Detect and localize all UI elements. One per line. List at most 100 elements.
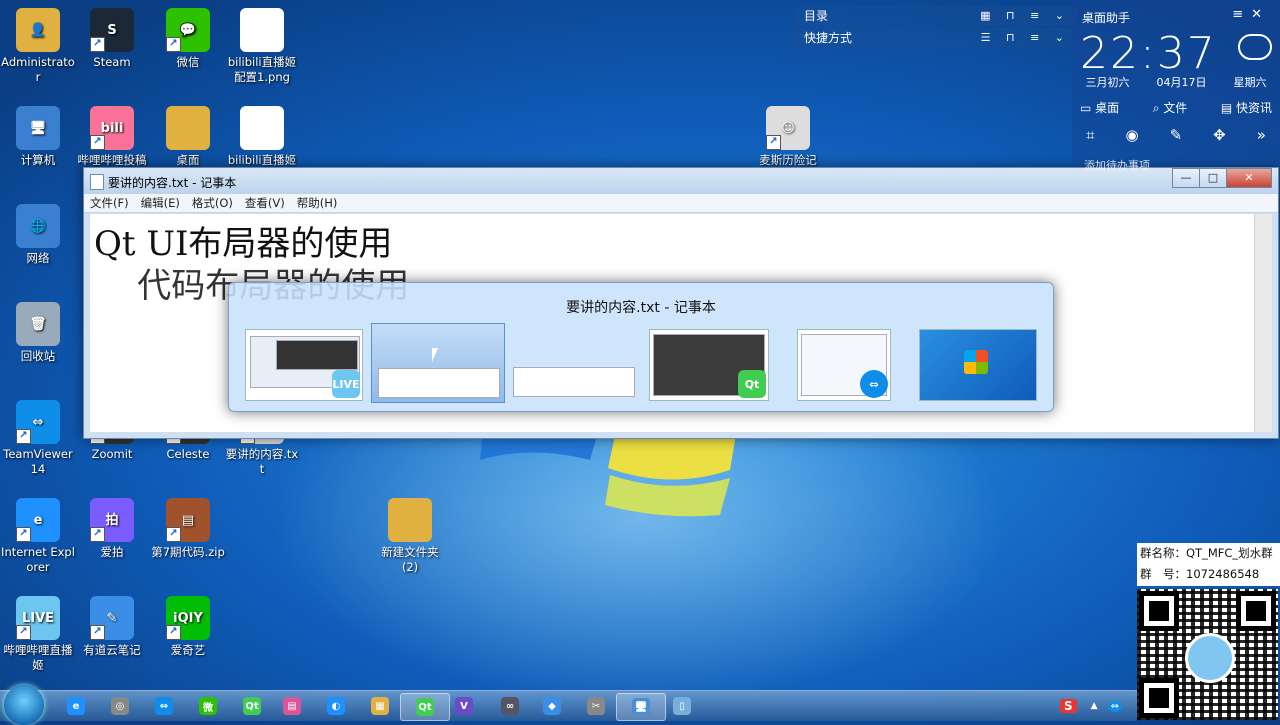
- taskbar-app-button[interactable]: ◐: [312, 693, 360, 719]
- desktop-icon[interactable]: S ↗ Steam: [74, 8, 150, 70]
- app-icon: 🗑: [16, 302, 60, 346]
- link-files[interactable]: ⌕ 文件: [1153, 99, 1188, 116]
- desktop-icon[interactable]: bilibili直播姬配置1.png: [224, 8, 300, 85]
- app-icon: iQIY ↗: [166, 596, 210, 640]
- desktop-icon[interactable]: bili ↗ 哔哩哔哩投稿: [74, 106, 150, 168]
- catalog-tool-icons[interactable]: ▦ ⊓ ≡ ⌄: [980, 6, 1070, 26]
- taskbar-app-button[interactable]: ▯: [658, 693, 706, 719]
- menu-edit[interactable]: 编辑(E): [141, 194, 180, 212]
- desktop-icon[interactable]: iQIY ↗ 爱奇艺: [150, 596, 226, 658]
- taskbar-app-button[interactable]: ✂: [572, 693, 620, 719]
- minimize-button[interactable]: —: [1172, 168, 1200, 188]
- teamviewer-tray-icon[interactable]: ⇔: [1107, 700, 1122, 712]
- eye-icon[interactable]: ◉: [1125, 126, 1138, 144]
- link-desktop[interactable]: ▭ 桌面: [1080, 99, 1119, 116]
- taskbar-app-button[interactable]: ◎: [96, 693, 144, 719]
- menu-view[interactable]: 查看(V): [245, 194, 285, 212]
- thumb-bilibili-live[interactable]: LIVE: [245, 329, 363, 401]
- more-icon[interactable]: »: [1257, 126, 1266, 144]
- desktop-icon-label: 第7期代码.zip: [151, 545, 225, 559]
- desktop-icon[interactable]: 🗑 回收站: [0, 302, 76, 364]
- shortcut-arrow-icon: ↗: [166, 527, 181, 542]
- tray-expand-icon[interactable]: ▲: [1091, 701, 1098, 711]
- taskbar-app-button[interactable]: ∞: [486, 693, 534, 719]
- menu-catalog[interactable]: 目录 ▦ ⊓ ≡ ⌄: [794, 6, 1078, 26]
- taskbar-app-button[interactable]: ◆: [528, 693, 576, 719]
- desktop-icon[interactable]: 桌面: [150, 106, 226, 168]
- app-icon: 💬 ↗: [166, 8, 210, 52]
- app-icon: 👤: [16, 8, 60, 52]
- app-icon: [240, 106, 284, 150]
- desktop-icon-label: 哔哩哔哩直播姬: [3, 643, 73, 672]
- menu-file[interactable]: 文件(F): [90, 194, 129, 212]
- shortcut-arrow-icon: ↗: [90, 625, 105, 640]
- menu-format[interactable]: 格式(O): [192, 194, 233, 212]
- menu-help[interactable]: 帮助(H): [297, 194, 338, 212]
- system-tray: S ▲ ⇔: [1060, 693, 1122, 719]
- shortcut-arrow-icon: ↗: [90, 37, 105, 52]
- app-icon: e ↗: [16, 498, 60, 542]
- desktop-icon[interactable]: ⇔ ↗ TeamViewer14: [0, 400, 76, 477]
- desktop-icon[interactable]: 🖥 计算机: [0, 106, 76, 168]
- crop-icon[interactable]: ⌗: [1086, 126, 1094, 144]
- app-icon: [240, 8, 284, 52]
- desktop-icon-label: 爱奇艺: [170, 643, 206, 657]
- close-button[interactable]: ✕: [1226, 168, 1272, 188]
- group-info-panel: 群名称：QT_MFC_划水群 群 号：1072486548: [1137, 543, 1280, 586]
- desktop-icon-label: bilibili直播姬配置1.png: [227, 55, 297, 84]
- desktop-icon-label: 微信: [176, 55, 200, 69]
- desktop-icon[interactable]: bilibili直播姬: [224, 106, 300, 168]
- taskbar-app-button[interactable]: e: [52, 693, 100, 719]
- clock-time: 22:37: [1080, 28, 1217, 79]
- taskbar-app-icon: Qt: [416, 698, 434, 716]
- move-icon[interactable]: ✥: [1213, 126, 1226, 144]
- qr-avatar: [1185, 633, 1235, 683]
- calendar-date: 04月17日: [1156, 76, 1207, 89]
- desktop-icon[interactable]: 👤 Administrator: [0, 8, 76, 85]
- start-button[interactable]: [4, 685, 44, 725]
- shortcut-arrow-icon: ↗: [166, 625, 181, 640]
- maximize-button[interactable]: □: [1199, 168, 1227, 188]
- thumb-notepad-2[interactable]: [511, 329, 635, 399]
- menu-shortcuts[interactable]: 快捷方式 ☰ ⊓ ≡ ⌄: [794, 28, 1078, 48]
- widget-menu-icons[interactable]: ≡✕: [1232, 7, 1270, 22]
- shortcut-arrow-icon: ↗: [90, 527, 105, 542]
- shortcut-arrow-icon: ↗: [16, 527, 31, 542]
- desktop-icon[interactable]: 💬 ↗ 微信: [150, 8, 226, 70]
- thumb-desktop[interactable]: [919, 329, 1037, 401]
- desktop-icon[interactable]: e ↗ Internet Explorer: [0, 498, 76, 575]
- taskbar-app-button[interactable]: 微: [184, 693, 232, 719]
- desktop-icon[interactable]: LIVE ↗ 哔哩哔哩直播姬: [0, 596, 76, 673]
- desktop-icon[interactable]: ☺ ↗ 麦斯历险记: [750, 106, 826, 168]
- desktop-icon[interactable]: 🌐 网络: [0, 204, 76, 266]
- taskbar-app-icon: e: [67, 697, 85, 715]
- link-news[interactable]: ▤ 快资讯: [1221, 99, 1272, 116]
- taskbar-app-button[interactable]: V: [440, 693, 488, 719]
- thumb-qt-creator[interactable]: Qt: [649, 329, 769, 401]
- desktop-icon-label: 麦斯历险记: [759, 153, 817, 167]
- taskbar-app-icon: ◆: [543, 697, 561, 715]
- app-icon: LIVE ↗: [16, 596, 60, 640]
- shortcuts-tool-icons[interactable]: ☰ ⊓ ≡ ⌄: [981, 28, 1070, 48]
- shortcuts-label: 快捷方式: [804, 31, 853, 45]
- app-icon: ☺ ↗: [766, 106, 810, 150]
- vertical-scrollbar[interactable]: [1254, 214, 1272, 432]
- thumb-notepad-selected[interactable]: [371, 323, 505, 403]
- app-icon: [166, 106, 210, 150]
- desktop-icon[interactable]: 拍 ↗ 爱拍: [74, 498, 150, 560]
- edit-icon[interactable]: ✎: [1170, 126, 1183, 144]
- taskbar-app-button[interactable]: ▤: [268, 693, 316, 719]
- desktop-icon[interactable]: 新建文件夹 (2): [372, 498, 448, 575]
- thumb-teamviewer[interactable]: ⇔: [797, 329, 891, 401]
- taskbar-app-icon: ▤: [283, 697, 301, 715]
- live-icon: LIVE: [332, 370, 360, 398]
- desktop-icon[interactable]: ✎ ↗ 有道云笔记: [74, 596, 150, 658]
- taskbar-app-button[interactable]: ⇔: [140, 693, 188, 719]
- add-todo[interactable]: 添加待办事项: [1084, 157, 1150, 173]
- lunar-date: 三月初六: [1085, 76, 1130, 89]
- taskbar-app-button[interactable]: ▦: [356, 693, 404, 719]
- sogou-icon[interactable]: S: [1060, 699, 1077, 713]
- taskbar-app-icon: ◎: [111, 697, 129, 715]
- desktop-icon-label: TeamViewer14: [3, 447, 73, 476]
- desktop-icon[interactable]: ▤ ↗ 第7期代码.zip: [150, 498, 226, 560]
